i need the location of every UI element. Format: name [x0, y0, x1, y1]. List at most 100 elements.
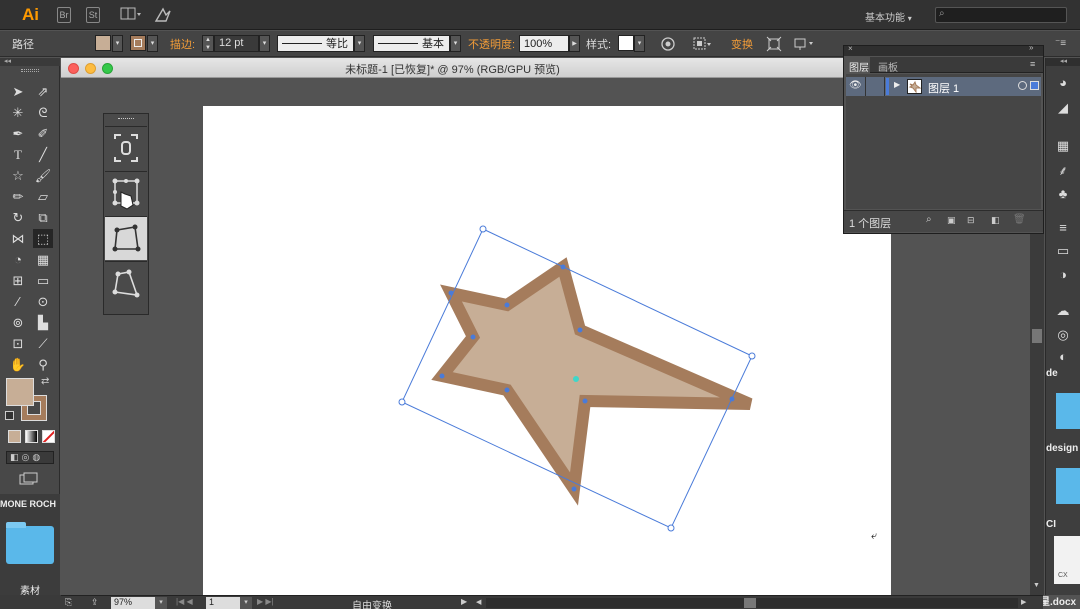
default-colors-icon[interactable]: [5, 411, 14, 420]
status-menu-arrow[interactable]: ▶: [461, 597, 467, 606]
brushes-panel-icon[interactable]: ⸙: [1054, 162, 1072, 180]
none-mode-icon[interactable]: [42, 430, 55, 443]
slice-tool-icon[interactable]: ⟋: [33, 334, 53, 353]
color-panel-icon[interactable]: ◕: [1054, 74, 1072, 92]
clipping-mask-icon[interactable]: ▣: [947, 215, 956, 226]
panel-close-icon[interactable]: ×: [848, 44, 853, 53]
free-transform-mode-button[interactable]: [105, 171, 147, 215]
lasso-tool-icon[interactable]: ᘓ: [33, 103, 53, 122]
curvature-tool-icon[interactable]: ✐: [33, 124, 53, 143]
variable-width-profile[interactable]: 等比: [277, 35, 354, 52]
folder-icon[interactable]: [1056, 468, 1080, 504]
star-tool-icon[interactable]: ☆: [8, 166, 28, 185]
graphic-style-swatch[interactable]: [618, 35, 634, 51]
artboard-number-field[interactable]: 1: [206, 597, 240, 609]
eraser-tool-icon[interactable]: ▱: [33, 187, 53, 206]
visibility-eye-icon[interactable]: 👁: [849, 80, 862, 91]
direct-selection-tool-icon[interactable]: ⇗: [33, 82, 53, 101]
hand-tool-icon[interactable]: ✋: [8, 355, 28, 374]
layers-dock-icon[interactable]: ◐: [1054, 348, 1072, 366]
color-guide-icon[interactable]: ◢: [1054, 99, 1072, 117]
perspective-grid-tool-icon[interactable]: ▦: [33, 250, 53, 269]
artboard-tool-icon[interactable]: ⊡: [8, 334, 28, 353]
layers-panel-header[interactable]: × »: [844, 43, 1043, 56]
transparency-panel-icon[interactable]: ◑: [1054, 266, 1072, 284]
horizontal-scrollbar[interactable]: [486, 598, 1018, 608]
type-tool-icon[interactable]: T: [8, 145, 28, 164]
last-artboard-icon[interactable]: ▶ ▶|: [257, 597, 274, 606]
zoom-dropdown[interactable]: ▾: [155, 597, 167, 609]
first-artboard-icon[interactable]: |◀ ◀: [176, 597, 193, 606]
swatches-panel-icon[interactable]: ▦: [1054, 137, 1072, 155]
stroke-dropdown[interactable]: ▾: [147, 35, 158, 52]
scale-tool-icon[interactable]: ⧉: [33, 208, 53, 227]
isolate-object-icon[interactable]: [766, 36, 782, 52]
gpu-performance-icon[interactable]: [154, 7, 172, 23]
opacity-arrow[interactable]: ▶: [569, 35, 580, 52]
color-mode-icon[interactable]: [8, 430, 21, 443]
recolor-artwork-icon[interactable]: [660, 36, 676, 52]
horizontal-scroll-thumb[interactable]: [744, 598, 756, 608]
layer-name[interactable]: 图层 1: [928, 80, 959, 96]
stroke-label[interactable]: 描边:: [170, 36, 195, 52]
bridge-button[interactable]: Br: [57, 7, 71, 23]
arrange-documents-icon[interactable]: [120, 7, 142, 22]
scroll-right-icon[interactable]: ▶: [1021, 598, 1026, 606]
constrain-button[interactable]: [105, 126, 147, 170]
star-shape[interactable]: [431, 257, 753, 506]
locate-object-icon[interactable]: ⌕: [926, 214, 932, 225]
column-graph-tool-icon[interactable]: ▙: [33, 313, 53, 332]
line-tool-icon[interactable]: ╱: [33, 145, 53, 164]
workspace-switcher[interactable]: 基本功能 ▾: [865, 9, 912, 24]
stroke-weight-dropdown[interactable]: ▾: [259, 35, 270, 52]
vertical-scroll-thumb[interactable]: [1032, 329, 1042, 343]
gradient-panel-icon[interactable]: ▭: [1054, 242, 1072, 260]
artboard-nav-icon[interactable]: ⎘: [65, 597, 72, 608]
fill-dropdown[interactable]: ▾: [112, 35, 123, 52]
document-title-bar[interactable]: 未标题-1 [已恢复]* @ 97% (RGB/GPU 预览): [61, 58, 844, 78]
eyedropper-tool-icon[interactable]: ⁄: [8, 292, 28, 311]
artboard-dropdown[interactable]: ▾: [240, 597, 252, 609]
profile-dropdown[interactable]: ▾: [354, 35, 365, 52]
control-options-icon[interactable]: [793, 36, 817, 52]
gradient-mode-icon[interactable]: [25, 430, 38, 443]
drawing-modes-icon[interactable]: ◧◎◍: [6, 451, 54, 464]
zoom-tool-icon[interactable]: ⚲: [33, 355, 53, 374]
perspective-distort-button[interactable]: [105, 216, 147, 260]
panel-options-icon[interactable]: ≡: [1030, 59, 1035, 69]
rotate-tool-icon[interactable]: ↻: [8, 208, 28, 227]
layer-row[interactable]: 👁 ▶ 图层 1: [846, 77, 1041, 96]
gradient-tool-icon[interactable]: ▭: [33, 271, 53, 290]
transform-link[interactable]: 变换: [731, 36, 753, 52]
scroll-left-icon[interactable]: ◀: [476, 598, 481, 606]
paintbrush-tool-icon[interactable]: 🖌: [33, 166, 53, 185]
appearance-panel-icon[interactable]: ☁: [1054, 302, 1072, 320]
panel-collapse-icon[interactable]: »: [1029, 43, 1033, 52]
target-icon[interactable]: [1018, 81, 1027, 90]
tools-collapse-icon[interactable]: ◂◂: [0, 58, 60, 66]
graphic-style-dropdown[interactable]: ▾: [634, 35, 645, 52]
folder-icon[interactable]: [1056, 393, 1080, 429]
stroke-weight-field[interactable]: 12 pt: [214, 35, 259, 52]
expand-layer-icon[interactable]: ▶: [894, 80, 900, 89]
delete-layer-icon[interactable]: 🗑: [1013, 214, 1026, 225]
fill-color-indicator[interactable]: [6, 378, 34, 406]
export-icon[interactable]: ⇪: [91, 597, 99, 608]
zoom-field[interactable]: 97%: [111, 597, 155, 609]
pencil-tool-icon[interactable]: ✏: [8, 187, 28, 206]
docx-file-icon[interactable]: CX: [1054, 536, 1080, 584]
width-tool-icon[interactable]: ⋈: [8, 229, 28, 248]
symbols-panel-icon[interactable]: ♣: [1054, 185, 1072, 203]
screen-mode-icon[interactable]: [19, 472, 39, 486]
scroll-down-icon[interactable]: ▼: [1033, 582, 1040, 589]
magic-wand-tool-icon[interactable]: ✳: [8, 103, 28, 122]
brush-definition[interactable]: 基本: [373, 35, 450, 52]
selection-tool-icon[interactable]: ➤: [8, 82, 28, 101]
widget-grip[interactable]: [118, 118, 134, 121]
selection-indicator[interactable]: [1030, 81, 1039, 90]
stroke-stepper[interactable]: ▲ ▼: [202, 35, 214, 52]
new-sublayer-icon[interactable]: ⊟: [967, 215, 975, 226]
reference-point-icon[interactable]: [573, 376, 579, 382]
mesh-tool-icon[interactable]: ⊞: [8, 271, 28, 290]
opacity-field[interactable]: 100%: [519, 35, 569, 52]
